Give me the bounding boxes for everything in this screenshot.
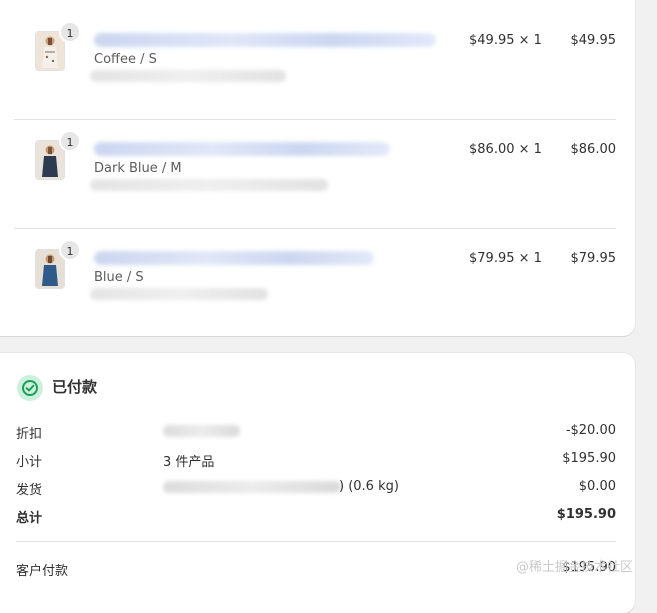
subtotal-value: $195.90 — [562, 451, 616, 466]
product-variant: Blue / S — [94, 270, 144, 285]
total-label: 总计 — [16, 511, 43, 526]
product-variant: Coffee / S — [94, 52, 157, 67]
product-variant: Dark Blue / M — [94, 161, 182, 176]
quantity-badge: 1 — [59, 130, 81, 152]
subtotal-label: 小计 — [16, 455, 43, 470]
line-item[interactable]: 1 Blue / S $79.95 × 1 $79.95 — [14, 218, 616, 326]
line-total: $79.95 — [570, 251, 617, 266]
line-total: $49.95 — [570, 33, 617, 48]
payment-status-title: 已付款 — [52, 378, 98, 396]
shipping-method-redacted — [163, 481, 341, 493]
discount-label: 折扣 — [16, 427, 43, 442]
product-title-redacted[interactable] — [94, 251, 374, 265]
discount-code-redacted — [163, 425, 240, 437]
subtotal-items: 3 件产品 — [163, 455, 215, 470]
quantity-badge: 1 — [59, 239, 81, 261]
paid-by-customer-label: 客户付款 — [16, 564, 69, 579]
line-total: $86.00 — [570, 142, 617, 157]
unit-price-quantity: $79.95 × 1 — [469, 251, 542, 266]
line-item[interactable]: 1 Coffee / S $49.95 × 1 $49.95 — [14, 0, 616, 108]
total-value: $195.90 — [556, 507, 616, 522]
shipping-label: 发货 — [16, 483, 43, 498]
discount-value: -$20.00 — [565, 423, 616, 438]
sku-redacted — [90, 179, 328, 191]
unit-price-quantity: $86.00 × 1 — [469, 142, 542, 157]
shipping-weight: ) (0.6 kg) — [339, 479, 399, 494]
product-title-redacted[interactable] — [94, 33, 436, 47]
product-title-redacted[interactable] — [94, 142, 390, 156]
shipping-value: $0.00 — [578, 479, 616, 494]
sku-redacted — [90, 288, 268, 300]
check-circle-icon — [17, 375, 43, 401]
quantity-badge: 1 — [59, 21, 81, 43]
unit-price-quantity: $49.95 × 1 — [469, 33, 542, 48]
line-item[interactable]: 1 Dark Blue / M $86.00 × 1 $86.00 — [14, 109, 616, 217]
divider — [16, 541, 616, 542]
watermark: @稀土掘金技术社区 — [516, 560, 634, 575]
sku-redacted — [90, 70, 286, 82]
